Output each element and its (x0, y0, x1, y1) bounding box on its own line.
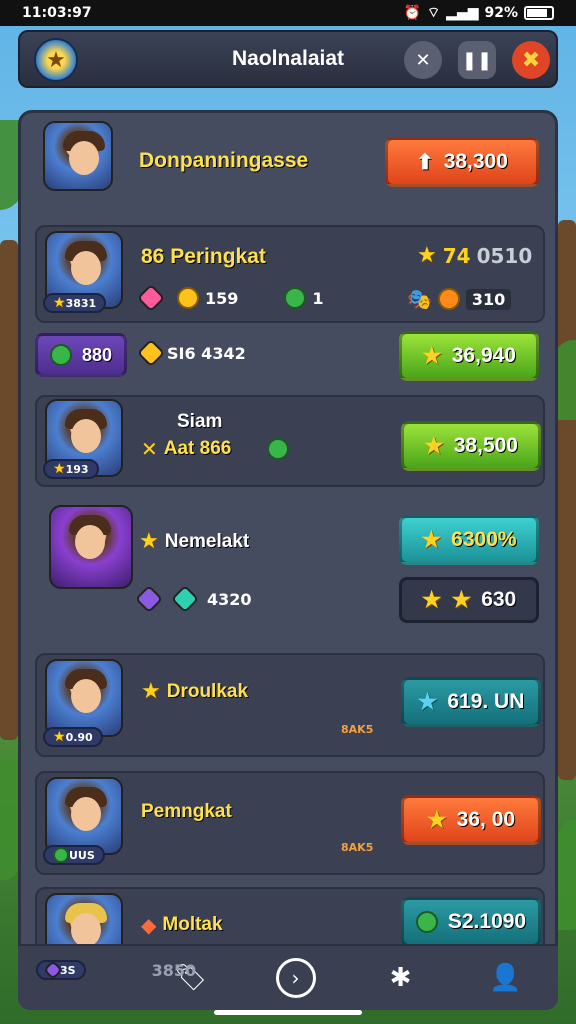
signal-icon: ▂▄▆ (446, 5, 479, 21)
score-button[interactable]: S2.1090 (401, 897, 541, 947)
fire-gem-icon: ◆ (141, 913, 157, 937)
star-icon: ★ (53, 729, 66, 745)
star-icon: ★ (139, 529, 159, 554)
alarm-icon: ⏰ (403, 5, 421, 21)
play-circle-icon: › (291, 966, 300, 990)
star-icon: ★ (417, 689, 438, 714)
gem-count: 1 (312, 288, 324, 308)
star-icon: ★ (417, 243, 437, 268)
coin-count: 159 (205, 288, 239, 308)
wifi-icon: ⌔ (427, 5, 441, 21)
mini-tag: 8AK5 (341, 723, 374, 736)
tools-button[interactable]: ✕ (404, 41, 442, 79)
arrow-up-icon: ⬆ (416, 150, 434, 174)
avatar-level-tag: ★ 193 (43, 459, 99, 479)
green-gem-icon (53, 847, 69, 863)
rank-value: 74 (442, 243, 471, 268)
score-button[interactable]: ★ 6300% (399, 515, 539, 565)
star-icon: ★ (53, 295, 66, 311)
badge-button[interactable]: 880 (35, 333, 127, 377)
status-bar: 11:03:97 ⏰ ⌔ ▂▄▆ 92% (0, 0, 576, 26)
status-time: 11:03:97 (22, 5, 92, 21)
list-item[interactable]: UUS Pemngkat 8AK5 ★ 36, 00 (35, 771, 545, 875)
avatar (43, 121, 113, 191)
close-button[interactable]: ✖ (512, 41, 550, 79)
score-button-secondary[interactable]: ★ ★ 630 (399, 577, 539, 623)
battery-percent: 92% (484, 5, 518, 21)
game-logo-icon[interactable]: ★ (34, 38, 78, 82)
green-gem-icon (267, 438, 290, 460)
teal-gem-icon (170, 584, 200, 614)
player-name: Siam (177, 411, 223, 432)
gem-count: 4320 (207, 589, 252, 609)
list-item[interactable]: ★ 193 Siam ✕ Aat 866 ★ 38,500 (35, 395, 545, 487)
pause-icon: ❚❚ (461, 49, 493, 71)
coin-icon (177, 287, 199, 309)
player-name: Moltak (162, 914, 223, 935)
star-icon: ★ (451, 587, 472, 612)
pause-button[interactable]: ❚❚ (458, 41, 496, 79)
crossed-swords-icon: ✕ (141, 437, 158, 461)
list-item[interactable]: ★ 0.90 ★ Droulkak 8AK5 ★ 619. UN (35, 653, 545, 757)
avatar (49, 505, 133, 589)
avatar-level-tag: 3S (36, 960, 86, 980)
star-icon: ★ (421, 587, 442, 612)
score-button[interactable]: ⬆ 38,300 (385, 137, 539, 187)
list-item[interactable]: ★ Nemelakt 4320 ★ 6300% ★ ★ 630 (35, 501, 545, 641)
bottom-tab-bar: 3S 3850 🏷 › ✱ 👤 (18, 944, 558, 1010)
player-name: Droulkak (166, 680, 249, 702)
green-gem-icon (49, 344, 72, 366)
avatar (45, 777, 123, 855)
star-icon: ★ (53, 461, 66, 477)
list-item[interactable]: ★ 3831 86 Peringkat 159 1 ★ 74 0510 🎭 31… (35, 225, 545, 323)
green-gem-icon (415, 911, 438, 933)
player-name: Donpanningasse (139, 149, 309, 172)
purple-gem-icon (134, 584, 164, 614)
player-name: Nemelakt (164, 530, 250, 552)
score-button[interactable]: ★ 36, 00 (401, 795, 541, 845)
player-name: Pemngkat (141, 801, 232, 822)
leaderboard-panel: Donpanningasse ⬆ 38,300 ★ 3831 86 Pering… (18, 110, 558, 1010)
avatar-level-tag: ★ 3831 (43, 293, 107, 313)
score-button[interactable]: ★ 36,940 (399, 331, 539, 381)
profile-icon: 👤 (489, 963, 522, 993)
green-gem-icon (284, 287, 307, 309)
heart-gem-icon (136, 283, 166, 313)
puzzle-icon: ✱ (389, 963, 412, 993)
star-icon: ★ (424, 433, 444, 458)
tab-puzzle[interactable]: ✱ (381, 958, 421, 998)
tab-bar-status: 3S 3850 (36, 960, 196, 980)
avatar (45, 659, 123, 737)
player-subtitle: Aat 866 (163, 438, 232, 459)
star-icon: ★ (426, 807, 447, 832)
tab-profile[interactable]: 👤 (486, 958, 526, 998)
top-header: ★ Naolnalaiat ✕ ❚❚ ✖ (18, 30, 558, 88)
home-indicator[interactable] (214, 1010, 362, 1015)
score-button[interactable]: ★ 619. UN (401, 677, 541, 727)
battery-icon (524, 6, 554, 20)
score-button[interactable]: ★ 38,500 (401, 421, 541, 471)
close-icon: ✖ (521, 47, 541, 73)
gem-count: 3850 (151, 960, 197, 980)
player-name: 86 Peringkat (141, 245, 266, 268)
star-icon: ★ (141, 679, 161, 704)
rank-extra: 0510 (476, 243, 533, 268)
avatar-level-tag: UUS (43, 845, 105, 865)
medal-icon (437, 288, 460, 310)
star-icon: ★ (421, 527, 442, 552)
page-title: Naolnalaiat (231, 47, 345, 70)
avatar-level-tag: ★ 0.90 (43, 727, 103, 747)
list-item[interactable]: 880 SI6 4342 ★ 36,940 (35, 327, 545, 387)
gold-gem-icon (136, 338, 166, 368)
tab-play[interactable]: › (275, 958, 316, 998)
mini-tag: 8AK5 (341, 841, 374, 854)
mask-icon: 🎭 (407, 287, 432, 311)
extra-value: 310 (465, 288, 512, 310)
list-item[interactable]: Donpanningasse ⬆ 38,300 (35, 117, 545, 201)
star-icon: ★ (422, 343, 442, 368)
tools-icon: ✕ (415, 49, 431, 71)
